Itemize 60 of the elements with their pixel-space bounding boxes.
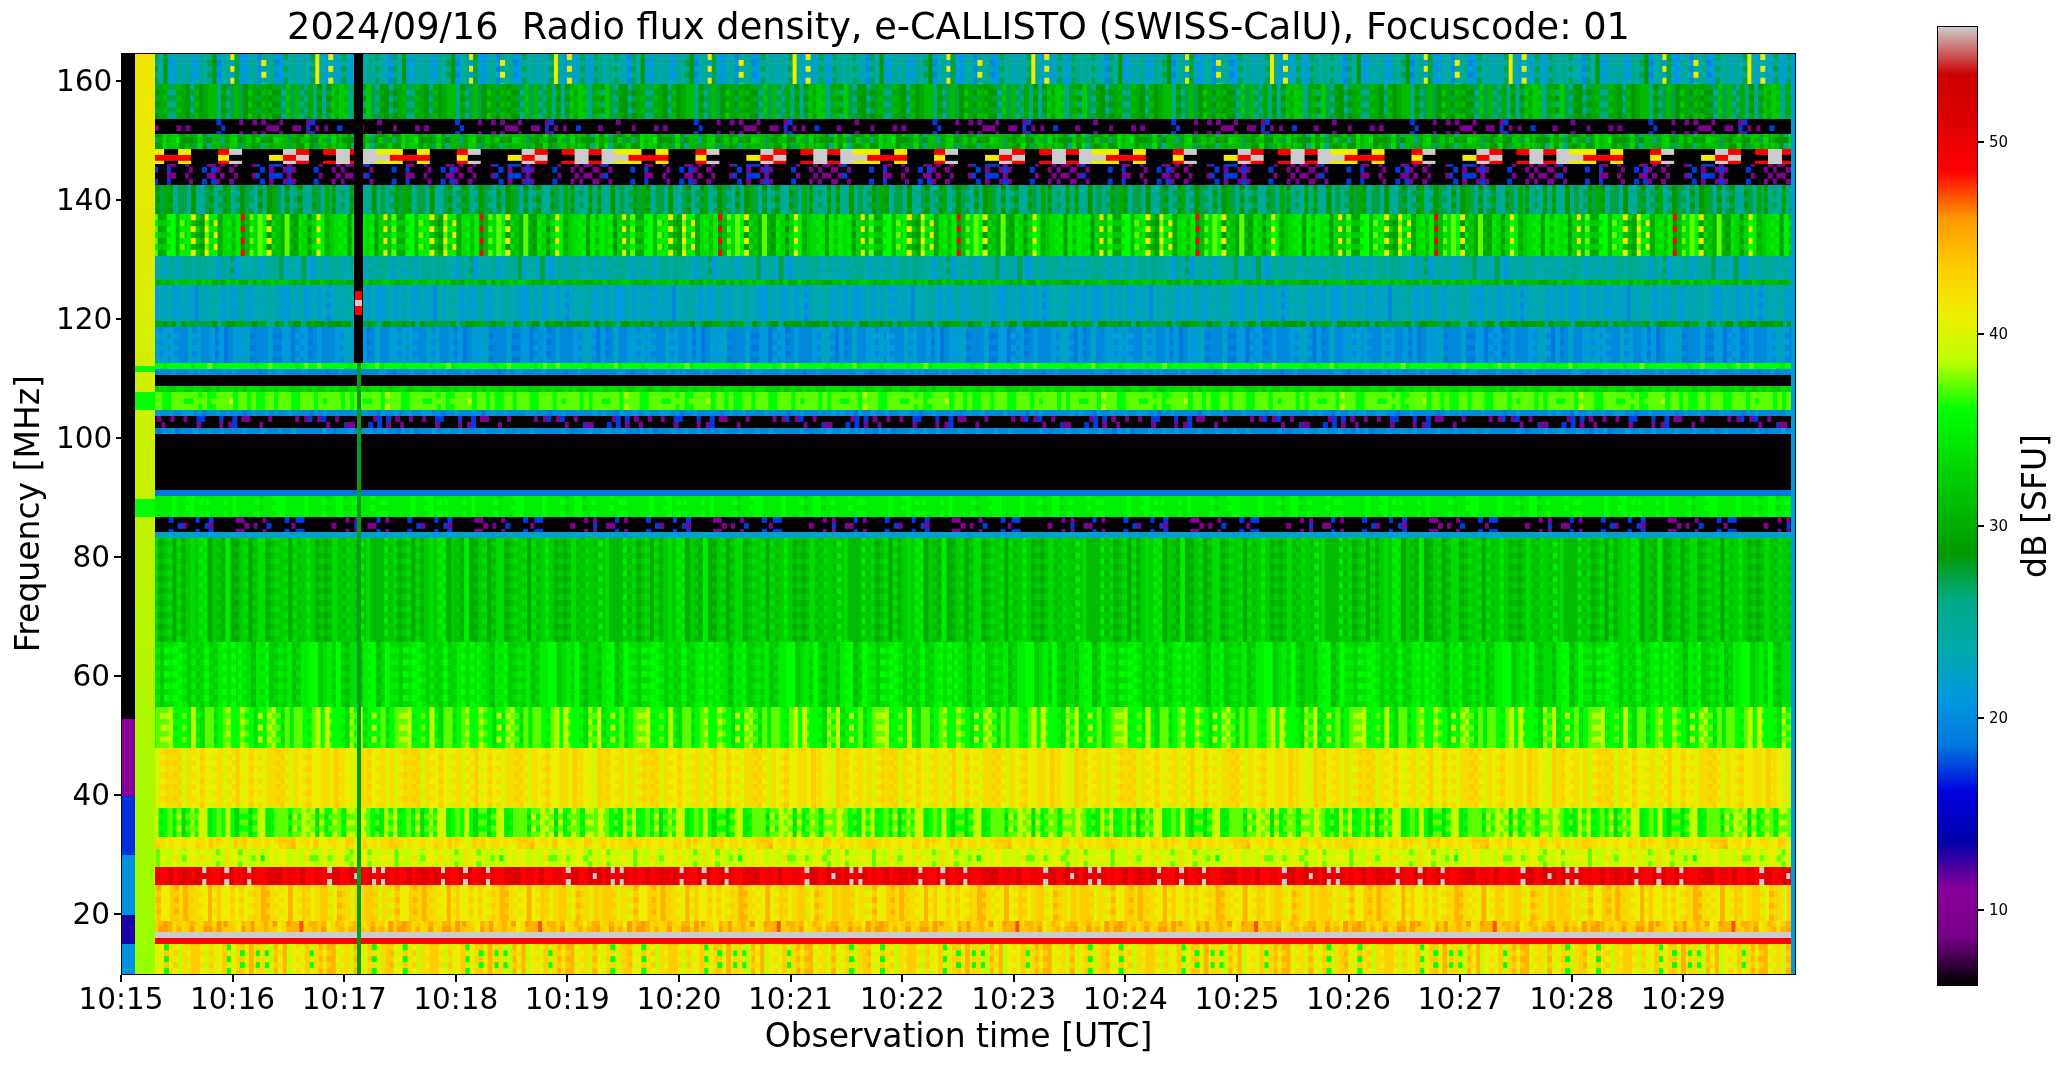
x-tick-label: 10:19 [524,985,610,1015]
x-tick-label: 10:28 [1529,985,1615,1015]
x-tick-label: 10:24 [1082,985,1168,1015]
axis-tick [116,317,121,320]
x-axis-label: Observation time [UTC] [764,1016,1153,1056]
axis-tick [677,975,680,982]
axis-tick [1978,333,1984,335]
x-tick-label: 10:16 [190,985,276,1015]
x-tick-label: 10:23 [971,985,1057,1015]
axis-tick [120,975,122,982]
axis-tick [1978,909,1984,911]
axis-tick [114,555,121,558]
axis-tick [1012,975,1015,982]
axis-tick [1978,525,1984,527]
colorbar-label: dB [SFU] [2016,434,2055,578]
colorbar-tick-label: 20 [1989,709,2009,727]
y-tick-label: 160 [56,64,113,97]
axis-tick [566,975,569,982]
x-tick-label: 10:18 [413,985,499,1015]
colorbar-tick-label: 50 [1989,133,2009,151]
axis-tick [231,975,234,982]
axis-tick [1978,717,1984,719]
axis-tick [901,975,904,982]
axis-tick [1978,141,1984,143]
x-tick-label: 10:15 [78,985,164,1015]
x-tick-label: 10:27 [1417,985,1503,1015]
axis-tick [1682,975,1685,982]
axis-tick [114,674,121,677]
y-tick-label: 100 [56,421,113,454]
x-tick-label: 10:29 [1640,985,1726,1015]
chart-title: 2024/09/16 Radio flux density, e-CALLISTO (SWISS-CalU), Focuscode: 01 [287,5,1630,48]
axis-tick [1235,975,1238,982]
x-tick-label: 10:17 [301,985,387,1015]
x-tick-label: 10:25 [1194,985,1280,1015]
y-tick-label: 140 [56,183,113,216]
colorbar-tick-label: 30 [1989,517,2009,535]
axis-tick [114,912,121,915]
axis-tick [1570,975,1573,982]
x-tick-label: 10:21 [748,985,834,1015]
axis-tick [116,436,121,439]
axis-tick [114,793,121,796]
axis-tick [454,975,457,982]
y-tick-label: 60 [72,659,110,692]
x-tick-label: 10:20 [636,985,722,1015]
axis-tick [116,198,121,201]
x-tick-label: 10:26 [1306,985,1392,1015]
y-axis-label: Frequency [MHz] [8,375,48,653]
axis-tick [343,975,346,982]
y-tick-label: 120 [56,302,113,335]
axis-tick [1124,975,1127,982]
axis-tick [116,79,121,82]
y-tick-label: 20 [72,897,110,930]
colorbar-tick-label: 40 [1989,325,2009,343]
axis-tick [789,975,792,982]
axis-tick [1459,975,1462,982]
y-tick-label: 40 [72,778,110,811]
y-tick-label: 80 [72,540,110,573]
x-tick-label: 10:22 [859,985,945,1015]
colorbar-tick-label: 10 [1989,901,2009,919]
axis-tick [1347,975,1350,982]
